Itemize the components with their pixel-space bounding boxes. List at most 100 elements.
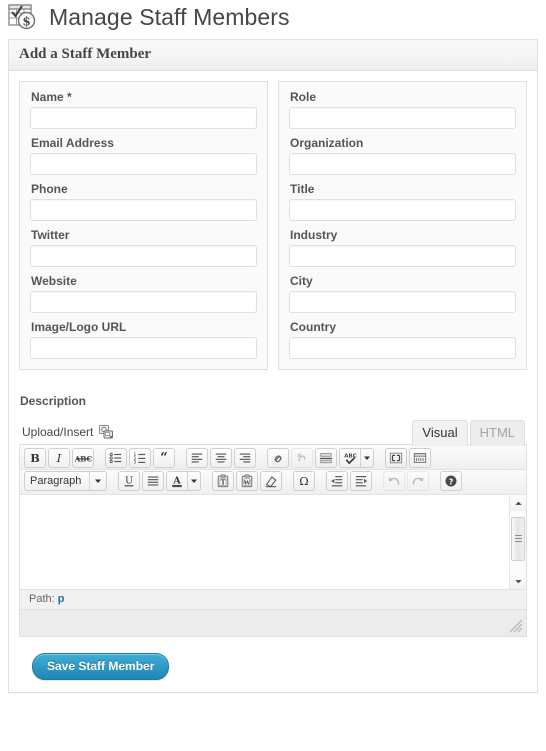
editor-toolbar-row-1: B I ABC 1 2 3 “ ABC [20,445,526,470]
field-city: City [289,274,516,313]
underline-icon[interactable]: U [118,471,141,491]
align-center-icon[interactable] [210,448,232,468]
form-columns: Name * Email Address Phone Twitter Website Im… [19,81,527,370]
field-email-address: Email Address [30,136,257,175]
text-color-icon[interactable]: A [166,471,189,491]
input-title[interactable] [289,199,516,221]
spellcheck-group: ABC [339,448,374,468]
svg-text:T: T [221,480,226,487]
ordered-list-icon[interactable]: 1 2 3 [129,448,151,468]
bold-icon[interactable]: B [24,448,46,468]
special-character-icon[interactable]: Ω [293,471,316,491]
paste-as-text-icon[interactable]: T [212,471,235,491]
label-industry: Industry [290,228,338,242]
field-image-logo-url: Image/Logo URL [30,320,257,359]
label-country: Country [290,320,336,334]
label-role: Role [290,90,317,104]
toolbar-separator [109,481,116,482]
toolbar-separator [431,481,438,482]
scrollbar-thumb[interactable] [511,517,525,561]
editor-container: B I ABC 1 2 3 “ ABC Paragraph U A T W Ω … [19,444,527,637]
outdent-icon[interactable] [326,471,349,491]
toolbar-separator [317,481,324,482]
field-name: Name * [30,90,257,129]
svg-text:3: 3 [133,460,136,465]
label-organization: Organization [290,136,364,150]
input-image-logo-url[interactable] [30,337,257,359]
toolbar-separator [284,481,291,482]
field-organization: Organization [289,136,516,175]
indent-icon[interactable] [350,471,373,491]
align-right-icon[interactable] [234,448,256,468]
label-website: Website [31,274,77,288]
strikethrough-icon[interactable]: ABC [72,448,94,468]
format-select-value: Paragraph [30,475,82,487]
label-email-address: Email Address [31,136,114,150]
editor-vertical-scrollbar[interactable] [509,495,526,589]
format-select[interactable]: Paragraph [24,471,108,491]
toolbar-separator [203,481,210,482]
label-image-logo-url: Image/Logo URL [31,320,127,334]
input-website[interactable] [30,291,257,313]
panel-body: Name * Email Address Phone Twitter Website Im… [9,71,537,692]
input-city[interactable] [289,291,516,313]
redo-icon[interactable] [407,471,430,491]
tab-html[interactable]: HTML [469,420,525,446]
tab-visual[interactable]: Visual [412,420,468,446]
svg-text:W: W [243,481,251,487]
unlink-icon[interactable] [291,448,313,468]
unordered-list-icon[interactable] [105,448,127,468]
svg-text:$: $ [22,14,30,28]
help-icon[interactable]: ? [440,471,463,491]
save-staff-member-button[interactable]: Save Staff Member [32,653,170,680]
toolbar-separator [374,481,381,482]
svg-text:ABC: ABC [344,454,357,460]
editor-mode-tabs: Visual HTML [410,420,525,446]
paste-from-word-icon[interactable]: W [236,471,259,491]
field-phone: Phone [30,182,257,221]
kitchen-sink-icon[interactable] [409,448,431,468]
text-color-dropdown-arrow[interactable] [188,471,202,491]
path-node-p[interactable]: p [58,593,65,605]
input-email-address[interactable] [30,153,257,175]
spellcheck-dropdown-arrow[interactable] [361,448,374,468]
submit-area: Save Staff Member [19,637,527,680]
remove-formatting-icon[interactable] [260,471,283,491]
insert-more-tag-icon[interactable] [315,448,337,468]
input-country[interactable] [289,337,516,359]
editor-body[interactable] [20,495,509,589]
field-country: Country [289,320,516,359]
undo-icon[interactable] [383,471,406,491]
input-phone[interactable] [30,199,257,221]
svg-text:?: ? [449,478,454,487]
editor-status-bar: Path: p [20,590,526,610]
add-media-icon[interactable] [98,424,114,440]
label-city: City [290,274,313,288]
svg-text:I: I [56,451,62,465]
input-organization[interactable] [289,153,516,175]
label-name: Name * [31,90,72,104]
right-field-group: Role Organization Title Industry City Country [278,81,527,370]
resize-handle-icon[interactable] [509,619,523,633]
align-left-icon[interactable] [186,448,208,468]
input-role[interactable] [289,107,516,129]
input-twitter[interactable] [30,245,257,267]
scroll-down-icon[interactable] [510,573,526,589]
field-website: Website [30,274,257,313]
blockquote-icon[interactable]: “ [153,448,175,468]
input-name[interactable] [30,107,257,129]
italic-icon[interactable]: I [48,448,70,468]
left-field-group: Name * Email Address Phone Twitter Website Im… [19,81,268,370]
editor-content-area[interactable] [20,495,526,590]
field-twitter: Twitter [30,228,257,267]
field-industry: Industry [289,228,516,267]
spreadsheet-dollar-icon: $ [6,0,40,34]
scroll-up-icon[interactable] [510,495,526,511]
align-full-icon[interactable] [142,471,165,491]
spellcheck-icon[interactable]: ABC [339,448,361,468]
panel-title: Add a Staff Member [9,40,537,71]
fullscreen-icon[interactable] [385,448,407,468]
input-industry[interactable] [289,245,516,267]
scrollbar-grip-icon [515,535,522,542]
insert-link-icon[interactable] [267,448,289,468]
